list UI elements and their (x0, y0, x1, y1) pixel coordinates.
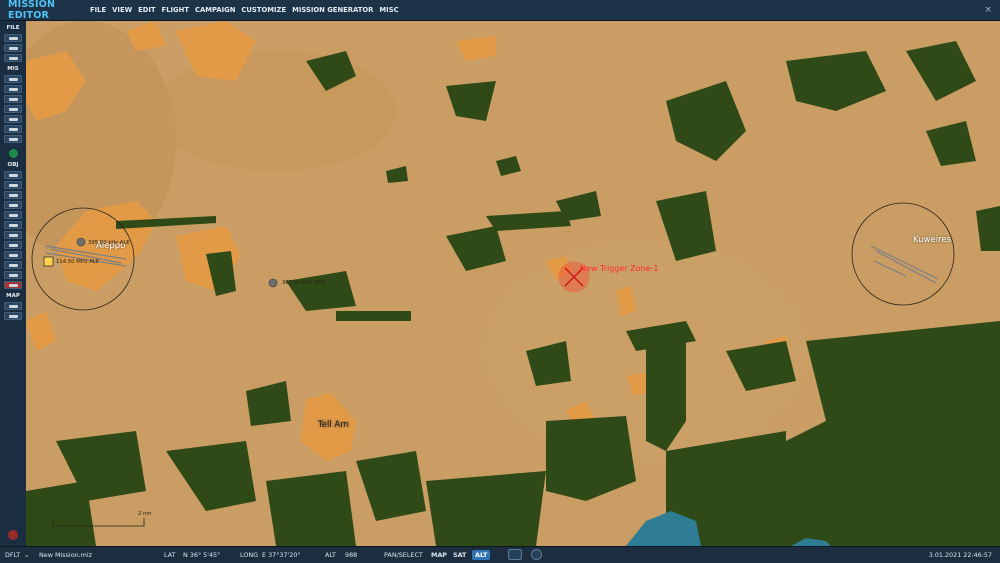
coalitions-icon[interactable] (4, 105, 22, 113)
beacon-label-ale-ndb: 395.00 kHz ALE (88, 240, 130, 246)
add-nav-point-icon[interactable] (4, 251, 22, 259)
status-bar: DFLT ⌄ New Mission.miz LAT N 36° 5'45" L… (0, 546, 1000, 563)
resource-manager-icon[interactable] (4, 135, 22, 143)
ruler-icon[interactable] (4, 312, 22, 320)
main-menu: FILE VIEW EDIT FLIGHT CAMPAIGN CUSTOMIZE… (90, 6, 399, 14)
beacon-label-ale-vor: 114.50 MHz ALE (56, 259, 100, 265)
briefing-icon[interactable] (4, 75, 22, 83)
left-toolbar: FILE MIS OBJ MAP (0, 21, 27, 546)
alt-value: 988 (345, 551, 358, 559)
menu-edit[interactable]: EDIT (138, 6, 155, 14)
menu-customize[interactable]: CUSTOMIZE (241, 6, 286, 14)
ndb-beacon-icon[interactable] (268, 278, 278, 288)
map-canvas[interactable]: Aleppo Kuweires Tell Arn New Trigger Zon… (26, 21, 1000, 546)
add-initial-point-icon[interactable] (4, 261, 22, 269)
long-label: LONG (240, 551, 259, 559)
alt-label: ALT (325, 551, 336, 559)
top-menu-bar: MISSION EDITOR FILE VIEW EDIT FLIGHT CAM… (0, 0, 1000, 21)
lat-value: N 36° 5'45" (183, 551, 221, 559)
add-template-icon[interactable] (4, 221, 22, 229)
mode-label[interactable]: PAN/SELECT (384, 551, 423, 559)
city-label-kuweires: Kuweires (913, 235, 952, 245)
menu-view[interactable]: VIEW (112, 6, 132, 14)
section-map-label: MAP (6, 293, 20, 299)
triggers-icon[interactable] (4, 115, 22, 123)
menu-campaign[interactable]: CAMPAIGN (195, 6, 235, 14)
add-helicopter-icon[interactable] (4, 181, 22, 189)
settings-gear-icon[interactable] (531, 549, 542, 560)
section-mis-label: MIS (7, 66, 19, 72)
check-icon[interactable] (4, 125, 22, 133)
city-label-tell-arn: Tell Arn (318, 420, 349, 430)
lat-label: LAT (164, 551, 176, 559)
add-drawing-icon[interactable] (4, 271, 22, 279)
vor-beacon-icon[interactable] (43, 256, 54, 267)
profile-select[interactable]: DFLT (5, 551, 20, 559)
plane-icon[interactable] (4, 95, 22, 103)
save-icon[interactable] (4, 54, 22, 62)
map-mode-sat[interactable]: SAT (450, 550, 469, 560)
alert-icon[interactable] (8, 530, 18, 540)
menu-misc[interactable]: MISC (379, 6, 398, 14)
add-airbase-icon[interactable] (4, 231, 22, 239)
section-file-label: FILE (6, 25, 20, 31)
menu-file[interactable]: FILE (90, 6, 106, 14)
chevron-down-icon[interactable]: ⌄ (24, 551, 29, 559)
add-static-icon[interactable] (4, 211, 22, 219)
map-mode-map[interactable]: MAP (428, 550, 450, 560)
long-value: E 37°37'20" (262, 551, 301, 559)
app-title: MISSION EDITOR (8, 0, 56, 21)
close-icon[interactable]: × (984, 5, 992, 15)
menu-mission-generator[interactable]: MISSION GENERATOR (292, 6, 373, 14)
section-obj-label: OBJ (7, 162, 19, 168)
layers-icon[interactable] (508, 549, 522, 560)
menu-flight[interactable]: FLIGHT (162, 6, 189, 14)
map-mode-alt[interactable]: ALT (472, 550, 491, 560)
map-options-icon[interactable] (4, 302, 22, 310)
delete-icon[interactable] (4, 281, 22, 289)
open-folder-icon[interactable] (4, 44, 22, 52)
new-mission-icon[interactable] (4, 34, 22, 42)
scale-label: 2 nm (138, 511, 152, 517)
terrain-layer (26, 21, 1000, 546)
weather-icon[interactable] (4, 85, 22, 93)
add-vehicle-icon[interactable] (4, 201, 22, 209)
green-globe-icon[interactable] (8, 149, 18, 158)
mission-file-name: New Mission.miz (39, 551, 93, 559)
add-ship-icon[interactable] (4, 191, 22, 199)
add-trigger-zone-icon[interactable] (4, 241, 22, 249)
beacon-label-mer: 365.00 kHz MER (282, 280, 326, 286)
add-plane-icon[interactable] (4, 171, 22, 179)
trigger-zone-label[interactable]: New Trigger Zone-1 (580, 264, 658, 273)
date-time: 3.01.2021 22:46:57 (928, 551, 992, 559)
ndb-beacon-icon[interactable] (76, 237, 86, 247)
